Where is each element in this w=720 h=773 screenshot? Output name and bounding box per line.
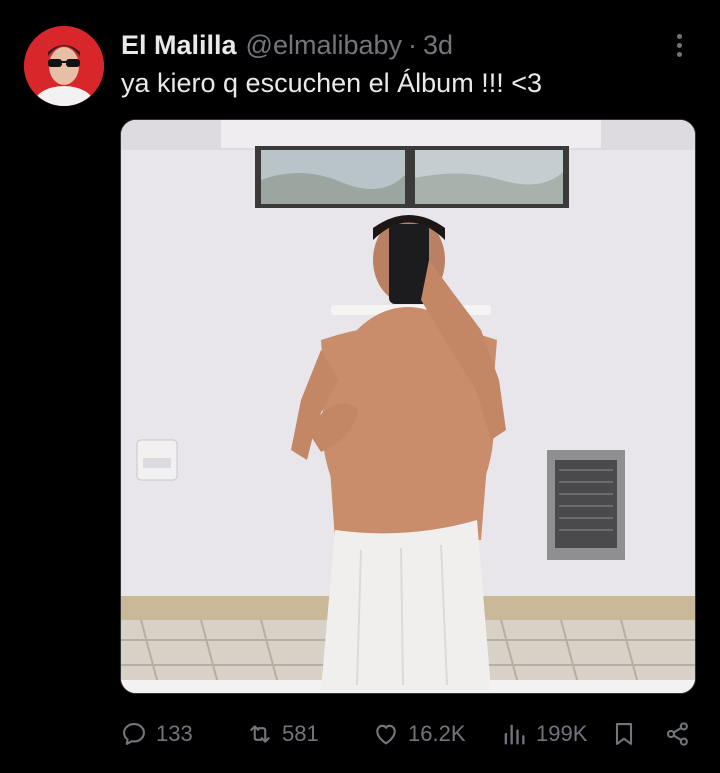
reply-icon	[123, 723, 145, 745]
bookmark-button[interactable]	[610, 712, 638, 756]
tweet-photo[interactable]	[120, 119, 696, 694]
reply-count: 133	[156, 721, 193, 746]
tweet-header: El Malilla @elmalibaby · 3d	[121, 30, 453, 62]
tweet-text: ya kiero q escuchen el Álbum !!! <3	[121, 68, 542, 98]
heart-icon	[376, 724, 396, 745]
reply-button[interactable]: 133	[120, 712, 193, 756]
views-icon	[504, 724, 525, 745]
author-name[interactable]: El Malilla	[121, 30, 237, 61]
like-count: 16.2K	[408, 721, 466, 746]
more-icon[interactable]	[664, 30, 694, 60]
repost-icon	[250, 725, 270, 743]
repost-button[interactable]: 581	[246, 712, 319, 756]
share-icon	[666, 722, 688, 746]
views-count: 199K	[536, 721, 588, 746]
author-handle[interactable]: @elmalibaby	[246, 30, 402, 61]
like-button[interactable]: 16.2K	[372, 712, 466, 756]
timestamp[interactable]: 3d	[423, 30, 453, 61]
views-button[interactable]: 199K	[500, 712, 587, 756]
bookmark-icon	[615, 723, 633, 745]
action-bar: 133 581 16.2K 199K	[120, 712, 696, 756]
avatar[interactable]	[24, 26, 104, 106]
photo-illustration	[121, 120, 695, 693]
avatar-image	[24, 26, 104, 106]
share-button[interactable]	[664, 712, 692, 756]
repost-count: 581	[282, 721, 319, 746]
separator-dot: ·	[408, 30, 418, 60]
